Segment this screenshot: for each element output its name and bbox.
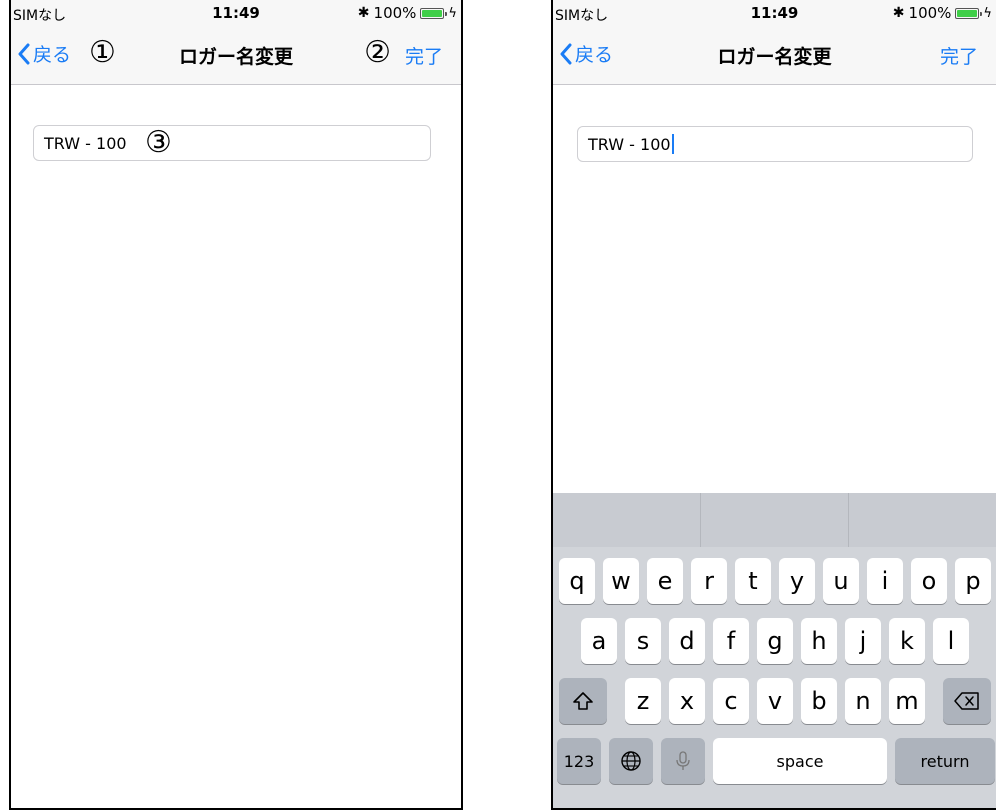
text-cursor (671, 134, 674, 154)
charging-bolt-icon: ϟ (448, 5, 457, 21)
key-p[interactable]: p (955, 558, 991, 604)
key-a[interactable]: a (581, 618, 617, 664)
key-k[interactable]: k (889, 618, 925, 664)
annotation-marker-2: ② (364, 35, 391, 70)
key-d[interactable]: d (669, 618, 705, 664)
key-h[interactable]: h (801, 618, 837, 664)
delete-key[interactable] (943, 678, 991, 724)
key-e[interactable]: e (647, 558, 683, 604)
key-r[interactable]: r (691, 558, 727, 604)
logger-name-value: TRW - 100 (588, 134, 671, 154)
bluetooth-icon: ✱ (357, 5, 370, 21)
dictation-key[interactable] (661, 738, 705, 784)
shift-key[interactable] (559, 678, 607, 724)
logger-name-input[interactable]: TRW - 100 (33, 125, 431, 161)
phone-screen-left: SIMなし 11:49 ✱ 100% ϟ 戻る ① ロガー名変更 ② 完了 TR… (9, 0, 463, 810)
key-g[interactable]: g (757, 618, 793, 664)
logger-name-value: TRW - 100 (44, 133, 127, 153)
done-button[interactable]: 完了 (405, 42, 443, 69)
key-x[interactable]: x (669, 678, 705, 724)
return-key[interactable]: return (895, 738, 995, 784)
key-l[interactable]: l (933, 618, 969, 664)
battery-icon (955, 7, 983, 19)
suggestion-slot[interactable] (553, 493, 701, 547)
key-y[interactable]: y (779, 558, 815, 604)
numbers-key[interactable]: 123 (557, 738, 601, 784)
key-w[interactable]: w (603, 558, 639, 604)
suggestion-slot[interactable] (849, 493, 996, 547)
space-key[interactable]: space (713, 738, 887, 784)
key-q[interactable]: q (559, 558, 595, 604)
key-j[interactable]: j (845, 618, 881, 664)
page-title: ロガー名変更 (178, 46, 293, 68)
navigation-bar: 戻る ロガー名変更 完了 (553, 26, 996, 85)
done-button[interactable]: 完了 (940, 42, 978, 69)
annotation-marker-3: ③ (145, 125, 172, 160)
key-t[interactable]: t (735, 558, 771, 604)
globe-icon (621, 751, 641, 771)
key-c[interactable]: c (713, 678, 749, 724)
key-m[interactable]: m (889, 678, 925, 724)
suggestion-slot[interactable] (701, 493, 849, 547)
battery-icon (420, 7, 448, 19)
key-b[interactable]: b (801, 678, 837, 724)
logger-name-input[interactable]: TRW - 100 (577, 126, 973, 162)
keyboard: q w e r t y u i o p a s d f g h j k l z … (553, 493, 996, 808)
navigation-bar: 戻る ① ロガー名変更 ② 完了 (11, 26, 461, 85)
microphone-icon (676, 751, 690, 770)
key-f[interactable]: f (713, 618, 749, 664)
page-title: ロガー名変更 (717, 46, 832, 68)
key-o[interactable]: o (911, 558, 947, 604)
delete-icon (954, 692, 979, 710)
charging-bolt-icon: ϟ (983, 5, 992, 21)
status-bar: SIMなし 11:49 ✱ 100% ϟ (553, 0, 996, 26)
globe-key[interactable] (609, 738, 653, 784)
shift-icon (573, 692, 593, 710)
status-right: ✱ 100% ϟ (358, 4, 457, 22)
key-v[interactable]: v (757, 678, 793, 724)
phone-screen-right: SIMなし 11:49 ✱ 100% ϟ 戻る ロガー名変更 完了 TRW - … (551, 0, 996, 810)
battery-percent: 100% (908, 4, 952, 22)
key-i[interactable]: i (867, 558, 903, 604)
key-s[interactable]: s (625, 618, 661, 664)
battery-percent: 100% (373, 4, 417, 22)
status-right: ✱ 100% ϟ (893, 4, 992, 22)
suggestion-bar (553, 493, 996, 547)
key-u[interactable]: u (823, 558, 859, 604)
key-n[interactable]: n (845, 678, 881, 724)
key-z[interactable]: z (625, 678, 661, 724)
bluetooth-icon: ✱ (892, 5, 905, 21)
status-bar: SIMなし 11:49 ✱ 100% ϟ (11, 0, 461, 26)
